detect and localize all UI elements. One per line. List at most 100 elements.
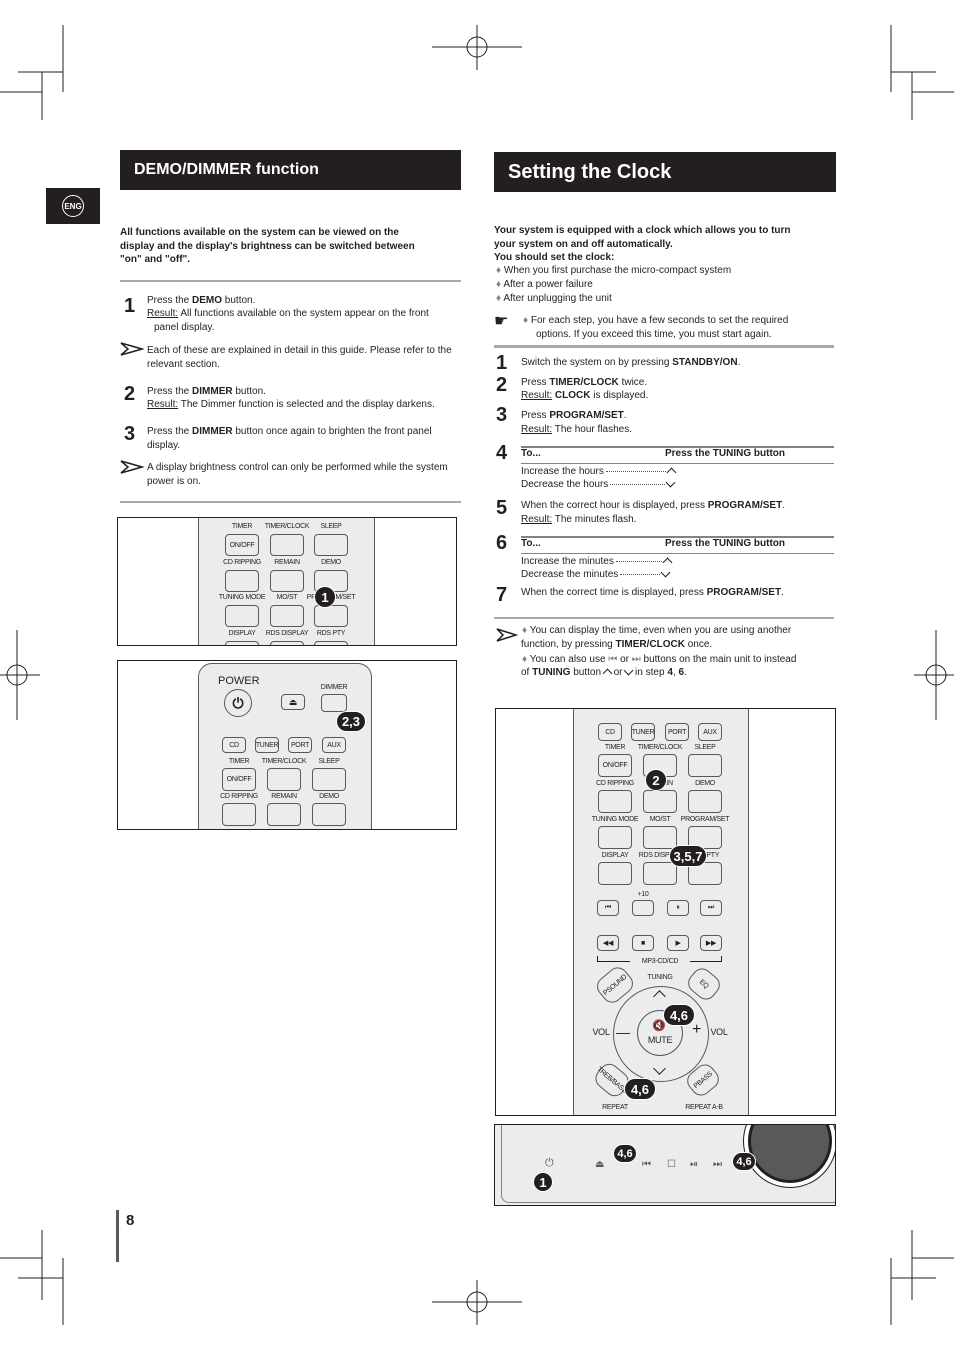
skip-forward-icon: ⏭	[631, 654, 641, 665]
remote-button: AUX	[322, 737, 346, 753]
note-text: A display brightness control can only be…	[147, 462, 448, 473]
dimmer-button	[321, 694, 347, 712]
remote-button	[314, 534, 348, 556]
clock-step-5: When the correct hour is displayed, pres…	[521, 500, 785, 511]
remote-button-label: PROGRAM/SET	[680, 816, 730, 823]
step-callout: 4,6	[613, 1144, 637, 1163]
stop-icon: ☐	[667, 1159, 676, 1170]
divider	[494, 345, 834, 348]
remote-button: CD	[598, 723, 622, 741]
remote-button	[225, 640, 259, 645]
step-2-text: Press the DIMMER button.	[147, 386, 266, 397]
step-number: 3	[124, 423, 136, 445]
remote-button	[270, 605, 304, 627]
power-label: POWER	[218, 675, 260, 687]
remote-button: PORT	[665, 723, 689, 741]
remote-button	[598, 790, 632, 813]
remote-button	[643, 862, 677, 885]
tuning-down-icon	[660, 567, 671, 578]
remote-button: ▶▶	[700, 935, 722, 951]
remote-button: PORT	[288, 737, 312, 753]
remote-button	[688, 754, 722, 777]
front-panel-illustration: ⏻ ⏏ ⏮ ☐ ⏯ ⏭ 1 4,6 4,6	[494, 1124, 836, 1206]
bullet-item: ♦ After a power failure	[496, 279, 593, 290]
clock-step-2-result: Result: CLOCK is displayed.	[521, 390, 649, 401]
table-row: Increase the hours	[521, 465, 677, 479]
step-number: 1	[496, 352, 508, 374]
remote-button	[267, 768, 301, 791]
table-rule	[521, 553, 834, 554]
remote-button-label: RDS PTY	[316, 629, 346, 637]
remote-button-label: SLEEP	[694, 744, 716, 751]
dimmer-label: DIMMER	[320, 684, 348, 691]
clock-step-3-result: Result: The hour flashes.	[521, 424, 632, 435]
remote-illustration-dimmer: POWER ⏻ ⏏ DIMMER 2,3 CD TUNER PORT AUX TIMER…	[117, 660, 457, 830]
step-number: 2	[124, 383, 136, 405]
step-number: 4	[496, 442, 508, 464]
eject-button: ⏏	[281, 694, 305, 710]
remote-button	[688, 790, 722, 813]
clock-note: ♦ You can display the time, even when yo…	[522, 625, 792, 636]
table-header-press: Press the TUNING button	[665, 538, 786, 549]
remote-button	[222, 803, 256, 826]
language-tab-label: ENG	[62, 195, 84, 217]
remote-button	[643, 826, 677, 849]
intro-line: Your system is equipped with a clock whi…	[494, 225, 791, 236]
power-icon: ⏻	[545, 1157, 554, 1169]
remote-button	[598, 862, 632, 885]
tuning-label: TUNING	[647, 974, 673, 981]
step-1-result-cont: panel display.	[154, 322, 215, 333]
remote-button: ◀◀	[597, 935, 619, 951]
intro-line: display and the display's brightness can…	[120, 240, 415, 252]
remote-button	[267, 803, 301, 826]
minus-icon: —	[616, 1024, 630, 1040]
clock-step-2: Press TIMER/CLOCK twice.	[521, 377, 648, 388]
page-number: 8	[126, 1212, 135, 1229]
note-arrow-icon	[120, 460, 144, 474]
eject-icon: ⏏	[595, 1159, 605, 1170]
clock-step-7: When the correct time is displayed, pres…	[521, 587, 784, 598]
bullet-item: ♦ After unplugging the unit	[496, 293, 612, 304]
remote-button	[632, 900, 654, 916]
step-3-text-cont: display.	[147, 440, 181, 451]
step-1-text: Press the DEMO button.	[147, 295, 256, 306]
step-number: 6	[496, 532, 508, 554]
remote-button: ▶	[667, 935, 689, 951]
remote-illustration-clock: CD TUNER PORT AUX TIMER ON/OFF TIMER/CLOCK SLEE…	[495, 708, 836, 1116]
remote-button	[643, 790, 677, 813]
plus-icon: +	[692, 1021, 702, 1038]
remote-button: ON/OFF	[225, 534, 259, 556]
note-text: relevant section.	[147, 359, 220, 370]
remote-button-label: DEMO	[319, 793, 339, 800]
remote-button: ⏮	[597, 900, 619, 916]
tip-text: options. If you exceed this time, you mu…	[536, 329, 772, 340]
clock-intro: Your system is equipped with a clock whi…	[494, 224, 791, 265]
step-number: 1	[124, 295, 136, 317]
mp3-label: MP3-CD/CD	[630, 958, 690, 965]
remote-button	[225, 569, 259, 592]
divider	[120, 501, 461, 503]
step-callout: 2,3	[336, 711, 366, 732]
table-header-press: Press the TUNING button	[665, 448, 786, 459]
pointing-hand-icon: ☛	[494, 313, 509, 330]
intro-line: All functions available on the system ca…	[120, 227, 399, 238]
table-header-to: To...	[521, 538, 541, 549]
tuning-up-icon	[666, 467, 677, 478]
remote-button	[314, 605, 348, 627]
step-2-result: Result: The Dimmer function is selected …	[147, 399, 435, 410]
table-row: Decrease the minutes	[521, 567, 671, 582]
tuning-up-icon	[662, 557, 673, 568]
remote-button	[225, 605, 259, 627]
remote-button: ⏭	[700, 900, 722, 916]
table-header-to: To...	[521, 448, 541, 459]
note-text: power is on.	[147, 476, 201, 487]
remote-button-label: DEMO	[695, 780, 715, 787]
remote-button-label: SLEEP	[320, 523, 342, 530]
step-callout: 4,6	[624, 1078, 656, 1100]
section-title-setting-clock: Setting the Clock	[494, 152, 836, 192]
step-number: 3	[496, 404, 508, 426]
divider	[494, 617, 834, 619]
remote-button: ⏸	[667, 900, 689, 916]
mute-label: MUTE	[647, 1035, 673, 1045]
remote-button: TUNER	[631, 723, 655, 741]
